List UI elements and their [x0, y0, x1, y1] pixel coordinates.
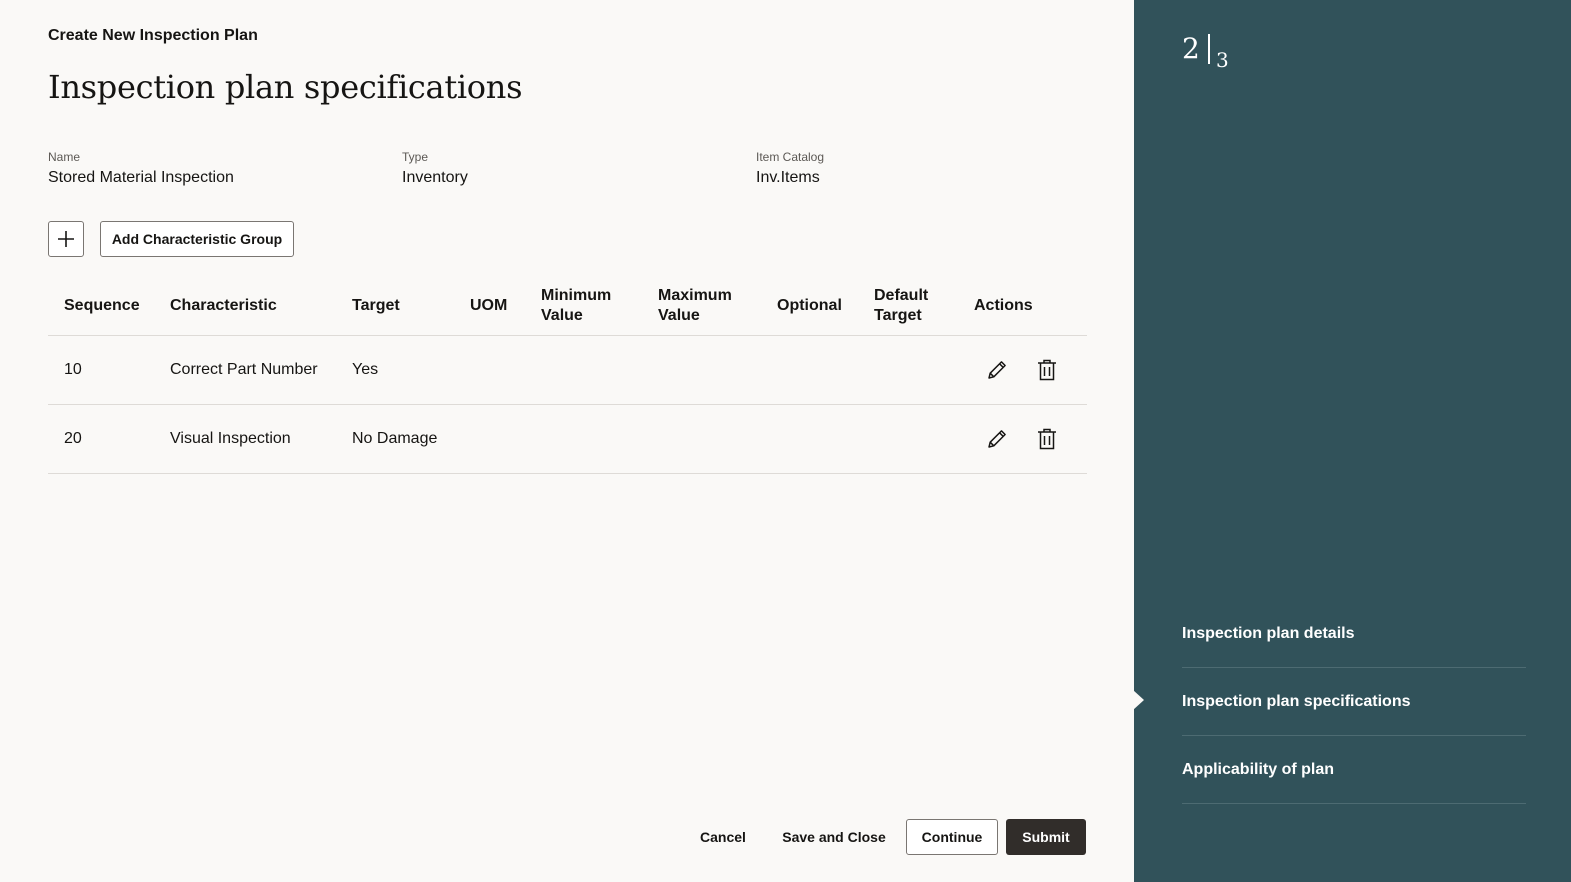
breadcrumb: Create New Inspection Plan: [48, 27, 258, 44]
submit-button[interactable]: Submit: [1006, 819, 1086, 855]
step-inspection-plan-specifications[interactable]: Inspection plan specifications: [1182, 668, 1526, 736]
type-field: Type Inventory: [402, 150, 468, 187]
step-inspection-plan-details[interactable]: Inspection plan details: [1182, 600, 1526, 668]
step-applicability-of-plan[interactable]: Applicability of plan: [1182, 736, 1526, 804]
name-label: Name: [48, 150, 81, 164]
step-divider: [1208, 34, 1210, 64]
table-row[interactable]: 10 Correct Part Number Yes: [48, 336, 1087, 405]
add-characteristic-group-button[interactable]: Add Characteristic Group: [100, 221, 294, 257]
plus-icon: [58, 231, 74, 247]
continue-button[interactable]: Continue: [906, 819, 998, 855]
characteristic-cell: Correct Part Number: [170, 361, 318, 378]
characteristic-cell: Visual Inspection: [170, 430, 291, 447]
name-value: Stored Material Inspection: [48, 169, 234, 186]
save-and-close-button[interactable]: Save and Close: [776, 819, 892, 855]
total-steps-number: 3: [1216, 48, 1229, 72]
type-value: Inventory: [402, 169, 468, 186]
delete-button[interactable]: [1035, 358, 1059, 382]
column-header-default-target[interactable]: Default Target: [874, 277, 944, 335]
item-catalog-field: Item Catalog Inv.Items: [756, 150, 824, 187]
pencil-icon: [988, 430, 1006, 448]
cancel-button[interactable]: Cancel: [688, 819, 758, 855]
page-title: Inspection plan specifications: [48, 68, 523, 106]
step-sidebar: 2 3 Inspection plan details Inspection p…: [1133, 0, 1571, 882]
item-catalog-value: Inv.Items: [756, 169, 820, 186]
table-header: Sequence Characteristic Target UOM Minim…: [48, 277, 1087, 336]
column-header-actions: Actions: [974, 297, 1033, 314]
trash-icon: [1038, 359, 1056, 381]
target-cell: No Damage: [352, 430, 438, 447]
current-step-pointer: [1133, 690, 1144, 710]
column-header-target[interactable]: Target: [352, 277, 400, 335]
trash-icon: [1038, 428, 1056, 450]
main-panel: Create New Inspection Plan Inspection pl…: [0, 0, 1134, 882]
delete-button[interactable]: [1035, 427, 1059, 451]
table-row[interactable]: 20 Visual Inspection No Damage: [48, 405, 1087, 474]
target-cell: Yes: [352, 361, 379, 378]
column-header-uom[interactable]: UOM: [470, 277, 507, 335]
item-catalog-label: Item Catalog: [756, 150, 825, 164]
edit-button[interactable]: [985, 358, 1009, 382]
sequence-cell: 10: [64, 361, 82, 378]
step-list: Inspection plan details Inspection plan …: [1182, 600, 1526, 804]
add-button[interactable]: [48, 221, 84, 257]
column-header-minimum-value[interactable]: Minimum Value: [541, 277, 631, 335]
sequence-cell: 20: [64, 430, 82, 447]
column-header-maximum-value[interactable]: Maximum Value: [658, 277, 748, 335]
column-header-sequence[interactable]: Sequence: [64, 277, 140, 335]
specifications-table: Sequence Characteristic Target UOM Minim…: [48, 277, 1087, 474]
pencil-icon: [988, 361, 1006, 379]
column-header-characteristic[interactable]: Characteristic: [170, 277, 277, 335]
column-header-optional[interactable]: Optional: [777, 277, 842, 335]
type-label: Type: [402, 150, 429, 164]
edit-button[interactable]: [985, 427, 1009, 451]
name-field: Name Stored Material Inspection: [48, 150, 234, 187]
current-step-number: 2: [1182, 32, 1200, 65]
